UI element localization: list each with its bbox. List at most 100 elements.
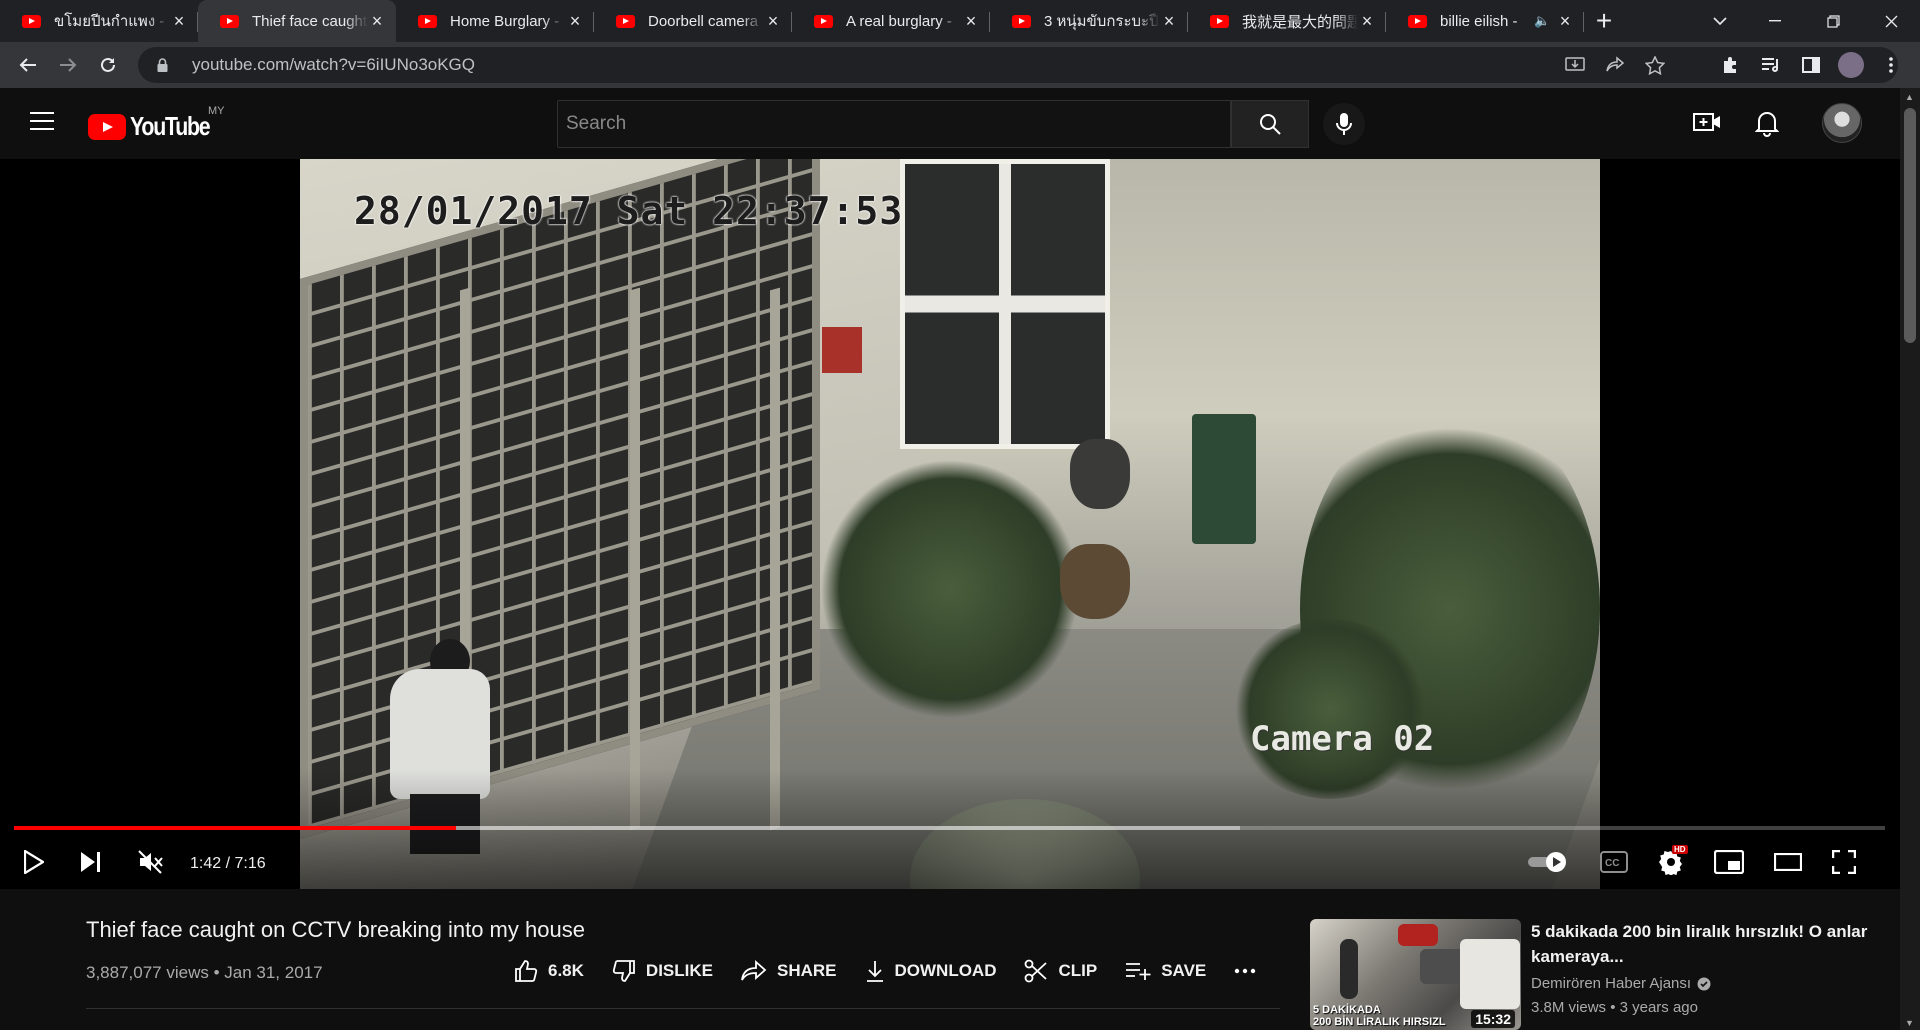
tab-title: ขโมยปีนกำแพง - Yo — [54, 13, 170, 30]
address-bar[interactable]: youtube.com/watch?v=6iIUNo3oKGQ — [138, 47, 1898, 83]
clip-button[interactable]: CLIP — [1024, 959, 1097, 983]
recommended-stats: 3.8M views • 3 years ago — [1531, 999, 1698, 1016]
dislike-button[interactable]: DISLIKE — [612, 959, 713, 983]
tab-separator — [1583, 12, 1584, 32]
more-actions-button[interactable] — [1234, 968, 1256, 974]
browser-tab[interactable]: billie eilish - 🔈 × — [1386, 0, 1584, 42]
menu-kebab-icon[interactable] — [1878, 52, 1904, 78]
youtube-favicon-icon — [1012, 15, 1031, 28]
bookmark-star-icon[interactable] — [1642, 52, 1668, 78]
tab-close-icon[interactable]: × — [566, 11, 584, 32]
restore-icon[interactable] — [1804, 0, 1862, 42]
play-icon[interactable] — [23, 849, 45, 879]
side-panel-icon[interactable] — [1798, 52, 1824, 78]
microphone-icon — [1336, 113, 1352, 135]
recommended-channel[interactable]: Demirören Haber Ajansı — [1531, 975, 1711, 992]
page-scrollbar[interactable]: ▲ ▼ — [1900, 88, 1920, 1030]
player-controls-right: CC HD — [1526, 839, 1857, 889]
search-input[interactable] — [558, 101, 1230, 147]
url-text[interactable]: youtube.com/watch?v=6iIUNo3oKGQ — [192, 55, 475, 75]
account-avatar[interactable] — [1822, 103, 1862, 143]
search-box — [557, 100, 1231, 148]
settings-gear-icon[interactable]: HD — [1658, 844, 1688, 880]
create-video-button[interactable] — [1693, 111, 1721, 138]
tab-close-icon[interactable]: × — [1160, 11, 1178, 32]
share-button[interactable]: SHARE — [741, 960, 837, 982]
clip-label: CLIP — [1058, 961, 1098, 980]
profile-avatar-icon[interactable] — [1838, 52, 1864, 78]
recommended-thumbnail[interactable]: 5 DAKİKADA 200 BİN LİRALIK HIRSIZL 15:32 — [1310, 919, 1521, 1030]
recommended-video[interactable]: 5 DAKİKADA 200 BİN LİRALIK HIRSIZL 15:32… — [1310, 919, 1880, 1030]
fullscreen-icon[interactable] — [1831, 849, 1857, 879]
save-button[interactable]: SAVE — [1125, 961, 1206, 981]
tab-close-icon[interactable]: × — [368, 11, 386, 32]
notifications-button[interactable] — [1754, 109, 1780, 142]
subtitles-cc-icon[interactable]: CC — [1600, 850, 1628, 878]
media-queue-icon[interactable] — [1758, 52, 1784, 78]
share-page-icon[interactable] — [1602, 52, 1628, 78]
browser-tab[interactable]: 我就是最大的問題 × — [1188, 0, 1386, 42]
thumb-car — [1460, 939, 1520, 1009]
reload-icon[interactable] — [88, 47, 128, 83]
thumbnail-caption-line: 5 DAKİKADA — [1313, 1004, 1381, 1016]
video-duration: 15:32 — [1471, 1010, 1515, 1028]
scroll-down-arrow-icon[interactable]: ▼ — [1905, 1018, 1914, 1028]
video-player[interactable]: 28/01/2017 Sat 22:37:53 Camera 02 1:42 /… — [0, 159, 1900, 889]
tab-title: 我就是最大的問題 — [1242, 13, 1358, 31]
autoplay-toggle[interactable] — [1526, 850, 1570, 879]
scene-plant — [820, 459, 1080, 719]
youtube-play-logo-icon — [88, 113, 126, 140]
tab-title: A real burglary - — [846, 12, 952, 30]
back-arrow-icon[interactable] — [8, 47, 48, 83]
browser-tab[interactable]: Doorbell camera × — [594, 0, 792, 42]
tab-search-chevron-icon[interactable] — [1700, 0, 1740, 42]
voice-search-button[interactable] — [1323, 103, 1365, 145]
close-window-icon[interactable] — [1862, 0, 1920, 42]
divider — [86, 1008, 1280, 1009]
download-button[interactable]: DOWNLOAD — [865, 960, 997, 982]
theater-mode-icon[interactable] — [1773, 852, 1803, 876]
progress-bar[interactable] — [14, 826, 1885, 830]
new-tab-button[interactable]: + — [1584, 0, 1624, 42]
playlist-add-icon — [1126, 963, 1151, 980]
browser-tab[interactable]: Home Burglary - × — [396, 0, 594, 42]
browser-tab-strip: ขโมยปีนกำแพง - Yo×Thief face caught×Home… — [0, 0, 1920, 42]
browser-tab[interactable]: Thief face caught × — [198, 0, 396, 42]
scene-gate-bar — [770, 287, 780, 831]
browser-tab[interactable]: A real burglary - × — [792, 0, 990, 42]
search-button[interactable] — [1231, 100, 1309, 148]
youtube-favicon-icon — [418, 15, 437, 28]
muted-volume-icon[interactable] — [138, 849, 164, 879]
thumbs-up-icon — [515, 960, 538, 982]
minimize-icon[interactable] — [1746, 0, 1804, 42]
forward-arrow-icon[interactable] — [48, 47, 88, 83]
tab-audio-icon[interactable]: 🔈 — [1534, 13, 1552, 29]
save-label: SAVE — [1161, 961, 1207, 980]
tab-close-icon[interactable]: × — [1556, 11, 1574, 32]
youtube-logo[interactable]: YouTube MY — [88, 105, 227, 142]
recommended-title[interactable]: 5 dakikada 200 bin liralık hırsızlık! O … — [1531, 919, 1881, 969]
install-app-icon[interactable] — [1562, 52, 1588, 78]
miniplayer-icon[interactable] — [1713, 849, 1745, 879]
tab-close-icon[interactable]: × — [764, 11, 782, 32]
browser-tab[interactable]: ขโมยปีนกำแพง - Yo× — [0, 0, 198, 42]
next-video-icon[interactable] — [80, 851, 102, 878]
extensions-puzzle-icon[interactable] — [1718, 52, 1744, 78]
browser-tab[interactable]: 3 หนุ่มขับกระบะปืนเ× — [990, 0, 1188, 42]
video-plus-icon — [1693, 113, 1720, 131]
verified-check-icon — [1697, 977, 1711, 990]
hamburger-menu-icon[interactable] — [30, 112, 54, 130]
lock-icon[interactable] — [154, 58, 170, 72]
share-arrow-icon — [741, 960, 767, 981]
scrollbar-thumb[interactable] — [1904, 108, 1916, 343]
download-label: DOWNLOAD — [894, 961, 997, 980]
tab-close-icon[interactable]: × — [962, 11, 980, 32]
tab-close-icon[interactable]: × — [170, 11, 188, 32]
tab-close-icon[interactable]: × — [1358, 11, 1376, 32]
video-title: Thief face caught on CCTV breaking into … — [86, 917, 585, 942]
download-icon — [866, 961, 883, 982]
like-button[interactable]: 6.8K — [514, 959, 584, 983]
thumbs-down-icon — [612, 960, 635, 982]
progress-played — [14, 826, 456, 830]
scroll-up-arrow-icon[interactable]: ▲ — [1905, 92, 1914, 102]
